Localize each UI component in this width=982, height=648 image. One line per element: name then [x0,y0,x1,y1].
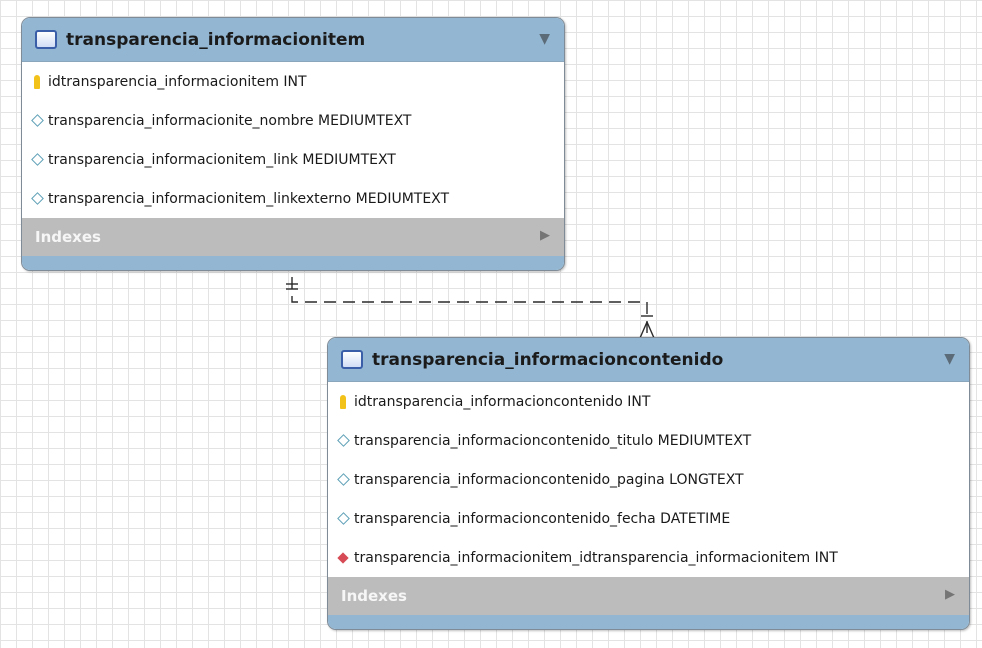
crowfoot-right [646,321,655,339]
primary-key-icon [336,394,350,409]
column-row[interactable]: transparencia_informacioncontenido_pagin… [328,460,969,499]
table-header[interactable]: transparencia_informacionitem ▼ [22,18,564,62]
table-title: transparencia_informacioncontenido [372,349,724,370]
table-icon [35,30,57,49]
column-row[interactable]: transparencia_informacioncontenido_fecha… [328,499,969,538]
column-row[interactable]: idtransparencia_informacioncontenido INT [328,382,969,421]
column-row[interactable]: transparencia_informacioncontenido_titul… [328,421,969,460]
indexes-label: Indexes [35,228,101,246]
column-label: transparencia_informacioncontenido_fecha… [354,510,731,527]
table-icon [341,350,363,369]
indexes-section[interactable]: Indexes ▶ [22,218,564,256]
entity-table-informacionitem[interactable]: transparencia_informacionitem ▼ idtransp… [21,17,565,271]
column-row[interactable]: idtransparencia_informacionitem INT [22,62,564,101]
column-label: idtransparencia_informacionitem INT [48,73,307,90]
column-row[interactable]: transparencia_informacionitem_link MEDIU… [22,140,564,179]
column-diamond-icon [336,434,350,447]
collapse-arrow-icon[interactable]: ▼ [944,351,955,367]
relationship-line [291,277,648,338]
expand-arrow-icon[interactable]: ▶ [540,228,550,243]
column-label: transparencia_informacionitem_linkextern… [48,190,450,207]
column-diamond-icon [30,153,44,166]
column-row[interactable]: transparencia_informacionite_nombre MEDI… [22,101,564,140]
primary-key-icon [30,74,44,89]
column-label: transparencia_informacionite_nombre MEDI… [48,112,412,129]
column-label: transparencia_informacioncontenido_titul… [354,432,752,449]
column-label: transparencia_informacionitem_link MEDIU… [48,151,396,168]
column-diamond-icon [30,114,44,127]
table-title: transparencia_informacionitem [66,29,366,50]
expand-arrow-icon[interactable]: ▶ [945,587,955,602]
column-row[interactable]: transparencia_informacionitem_idtranspar… [328,538,969,577]
column-label: transparencia_informacionitem_idtranspar… [354,549,838,566]
table-header[interactable]: transparencia_informacioncontenido ▼ [328,338,969,382]
foreign-key-icon [336,551,350,564]
table-footer [22,256,564,270]
collapse-arrow-icon[interactable]: ▼ [539,31,550,47]
column-diamond-icon [30,192,44,205]
table-footer [328,615,969,629]
column-diamond-icon [336,512,350,525]
entity-table-informacioncontenido[interactable]: transparencia_informacioncontenido ▼ idt… [327,337,970,630]
crowfoot-left [639,321,648,339]
indexes-label: Indexes [341,587,407,605]
column-label: idtransparencia_informacioncontenido INT [354,393,651,410]
indexes-section[interactable]: Indexes ▶ [328,577,969,615]
column-label: transparencia_informacioncontenido_pagin… [354,471,744,488]
column-diamond-icon [336,473,350,486]
column-row[interactable]: transparencia_informacionitem_linkextern… [22,179,564,218]
